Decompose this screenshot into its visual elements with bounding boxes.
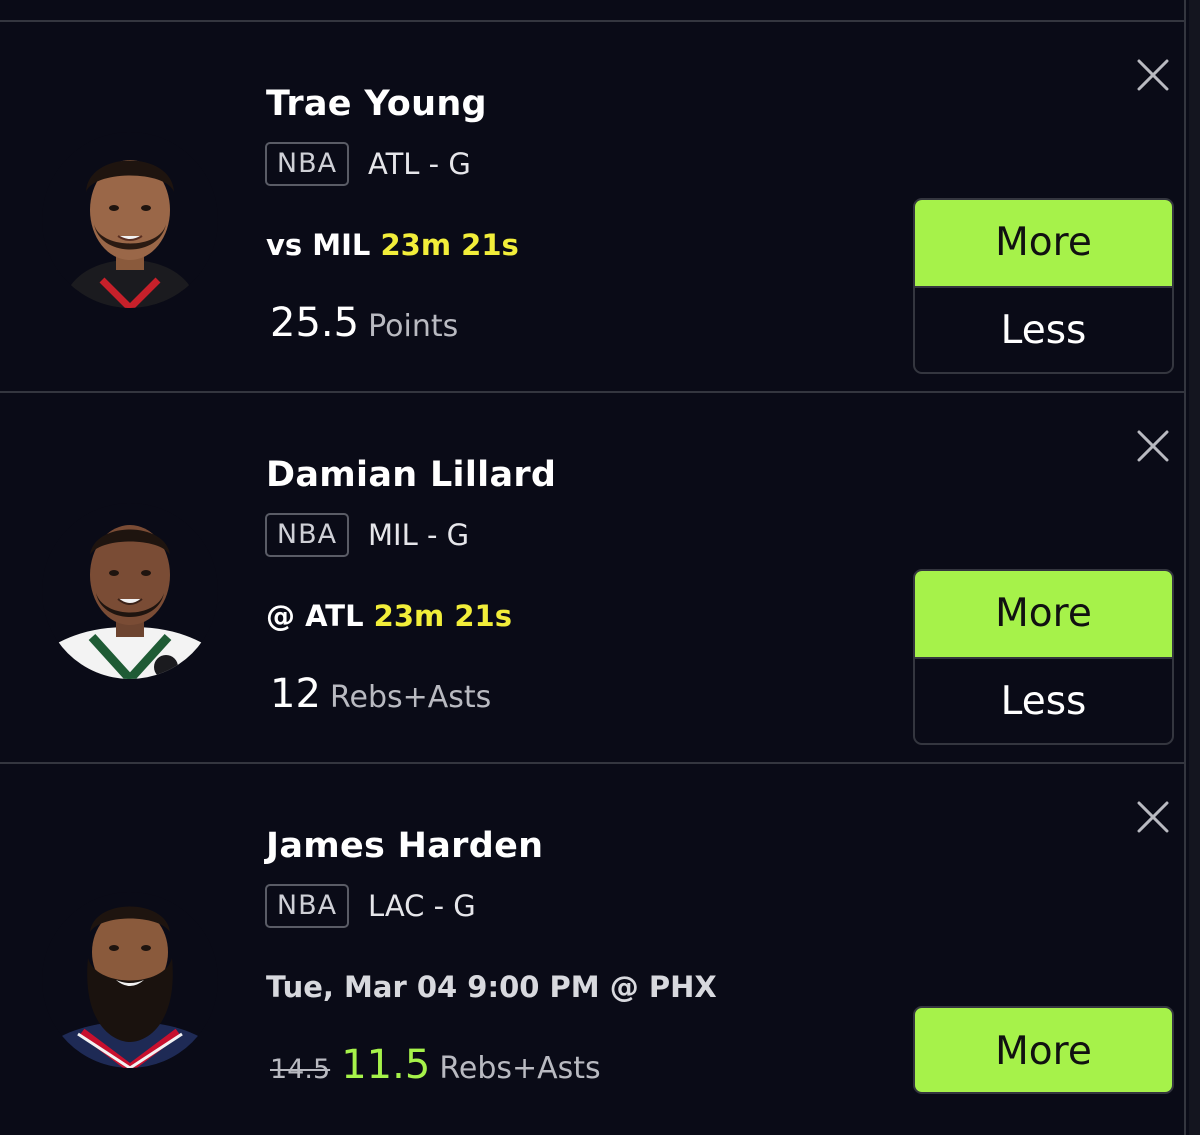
discounted-line-value: 11.5 [341, 1042, 431, 1088]
close-icon[interactable] [1136, 429, 1170, 463]
game-time: Tue, Mar 04 9:00 PM @ PHX [266, 970, 717, 1004]
stat-type: Points [368, 309, 459, 344]
close-icon[interactable] [1136, 58, 1170, 92]
team-position: LAC - G [368, 889, 476, 923]
team-position: MIL - G [368, 518, 470, 552]
team-position: ATL - G [368, 147, 471, 181]
countdown-timer: 23m 21s [380, 228, 519, 262]
matchup: @ ATL [266, 599, 364, 633]
more-button[interactable]: More [915, 571, 1172, 659]
line-value: 25.5 [270, 300, 360, 346]
matchup: vs MIL [266, 228, 371, 262]
player-name: Trae Young [266, 84, 487, 124]
stat-type: Rebs+Asts [330, 680, 492, 715]
less-button[interactable]: Less [915, 288, 1172, 372]
player-avatar [42, 503, 218, 679]
league-badge: NBA [265, 513, 349, 557]
matchup-info: @ ATL 23m 21s [266, 599, 512, 633]
more-less-selector: More Less [913, 569, 1174, 745]
original-line-value: 14.5 [270, 1054, 331, 1085]
pick-card: Damian Lillard NBA MIL - G @ ATL 23m 21s… [0, 393, 1185, 764]
league-badge: NBA [265, 142, 349, 186]
stat-type: Rebs+Asts [439, 1051, 601, 1086]
pick-card: Trae Young NBA ATL - G vs MIL 23m 21s 25… [0, 22, 1185, 393]
player-name: James Harden [266, 826, 544, 866]
projection-line: 14.5 11.5 Rebs+Asts [270, 1042, 601, 1088]
more-button[interactable]: More [913, 1006, 1174, 1094]
league-badge: NBA [265, 884, 349, 928]
scrollbar-track[interactable] [1189, 0, 1200, 1135]
more-button[interactable]: More [915, 200, 1172, 288]
line-value: 12 [270, 671, 321, 717]
projection-line: 25.5 Points [270, 300, 458, 346]
countdown-timer: 23m 21s [373, 599, 512, 633]
projection-line: 12 Rebs+Asts [270, 671, 491, 717]
player-name: Damian Lillard [266, 455, 557, 495]
player-avatar [42, 132, 218, 308]
more-less-selector: More Less [913, 198, 1174, 374]
player-avatar [42, 892, 218, 1068]
close-icon[interactable] [1136, 800, 1170, 834]
pick-card: James Harden NBA LAC - G Tue, Mar 04 9:0… [0, 764, 1185, 1134]
matchup-info: vs MIL 23m 21s [266, 228, 519, 262]
less-button[interactable]: Less [915, 659, 1172, 743]
